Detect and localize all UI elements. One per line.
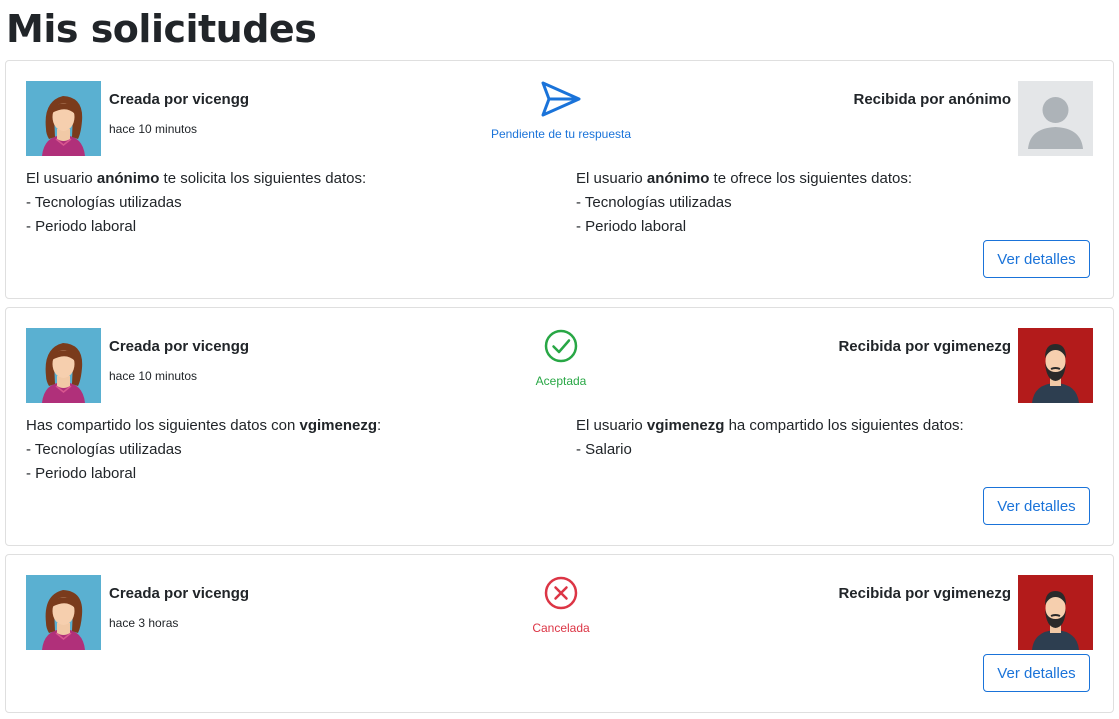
intro-text: El usuario (576, 170, 647, 187)
list-item: - Tecnologías utilizadas (576, 194, 732, 211)
man-avatar-icon (1018, 575, 1093, 650)
creator-avatar (26, 328, 101, 403)
man-avatar-icon (1018, 328, 1093, 403)
username: vgimenezg (646, 417, 725, 434)
intro-text: te solicita los siguientes datos: (159, 170, 367, 187)
view-details-button[interactable]: Ver detalles (983, 654, 1090, 692)
status-indicator: Aceptada (486, 326, 636, 388)
username: vgimenezg (299, 417, 378, 434)
anonymous-user-icon (1018, 81, 1093, 156)
creator-avatar (26, 575, 101, 650)
page-title: Mis solicitudes (6, 7, 317, 51)
received-data: El usuario vgimenezg ha compartido los s… (576, 414, 964, 462)
list-item: - Periodo laboral (576, 218, 687, 235)
x-circle-icon (544, 576, 578, 610)
timestamp: hace 10 minutos (109, 369, 198, 383)
receiver-avatar (1018, 575, 1093, 650)
creator-label: Creada por vicengg (109, 91, 250, 108)
view-details-button[interactable]: Ver detalles (983, 240, 1090, 278)
timestamp: hace 10 minutos (109, 122, 198, 136)
status-indicator: Cancelada (486, 573, 636, 635)
list-item: - Salario (576, 441, 632, 458)
received-data-intro: El usuario vgimenezg ha compartido los s… (576, 414, 964, 438)
intro-text: ha compartido los siguientes datos: (724, 417, 964, 434)
request-card: Creada por vicengg hace 3 horas Cancelad… (5, 554, 1114, 713)
status-text: Cancelada (532, 621, 590, 635)
receiver-label: Recibida por vgimenezg (838, 338, 1011, 355)
intro-text: : (377, 417, 382, 434)
requested-data-intro: El usuario anónimo te solicita los sigui… (26, 167, 366, 191)
timestamp: hace 3 horas (109, 616, 179, 630)
list-item: - Tecnologías utilizadas (26, 194, 182, 211)
intro-text: El usuario (26, 170, 97, 187)
offered-data-intro: El usuario anónimo te ofrece los siguien… (576, 167, 912, 191)
woman-avatar-icon (26, 575, 101, 650)
paper-plane-icon (541, 81, 581, 117)
receiver-avatar (1018, 328, 1093, 403)
requested-data: El usuario anónimo te solicita los sigui… (26, 167, 366, 239)
creator-label: Creada por vicengg (109, 585, 250, 602)
receiver-label: Recibida por vgimenezg (838, 585, 1011, 602)
username: anónimo (646, 170, 710, 187)
creator-avatar (26, 81, 101, 156)
receiver-avatar (1018, 81, 1093, 156)
receiver-label: Recibida por anónimo (853, 91, 1011, 108)
woman-avatar-icon (26, 81, 101, 156)
creator-label: Creada por vicengg (109, 338, 250, 355)
intro-text: El usuario (576, 417, 647, 434)
shared-data: Has compartido los siguientes datos con … (26, 414, 381, 486)
shared-data-intro: Has compartido los siguientes datos con … (26, 414, 381, 438)
request-card: Creada por vicengg hace 10 minutos Pendi… (5, 60, 1114, 299)
status-indicator: Pendiente de tu respuesta (486, 79, 636, 141)
list-item: - Periodo laboral (26, 465, 137, 482)
offered-data: El usuario anónimo te ofrece los siguien… (576, 167, 912, 239)
request-card: Creada por vicengg hace 10 minutos Acept… (5, 307, 1114, 546)
intro-text: Has compartido los siguientes datos con (26, 417, 300, 434)
status-text: Pendiente de tu respuesta (490, 127, 632, 141)
username: anónimo (96, 170, 160, 187)
woman-avatar-icon (26, 328, 101, 403)
status-text: Aceptada (535, 374, 587, 388)
intro-text: te ofrece los siguientes datos: (709, 170, 912, 187)
check-circle-icon (544, 329, 578, 363)
list-item: - Tecnologías utilizadas (26, 441, 182, 458)
view-details-button[interactable]: Ver detalles (983, 487, 1090, 525)
list-item: - Periodo laboral (26, 218, 137, 235)
